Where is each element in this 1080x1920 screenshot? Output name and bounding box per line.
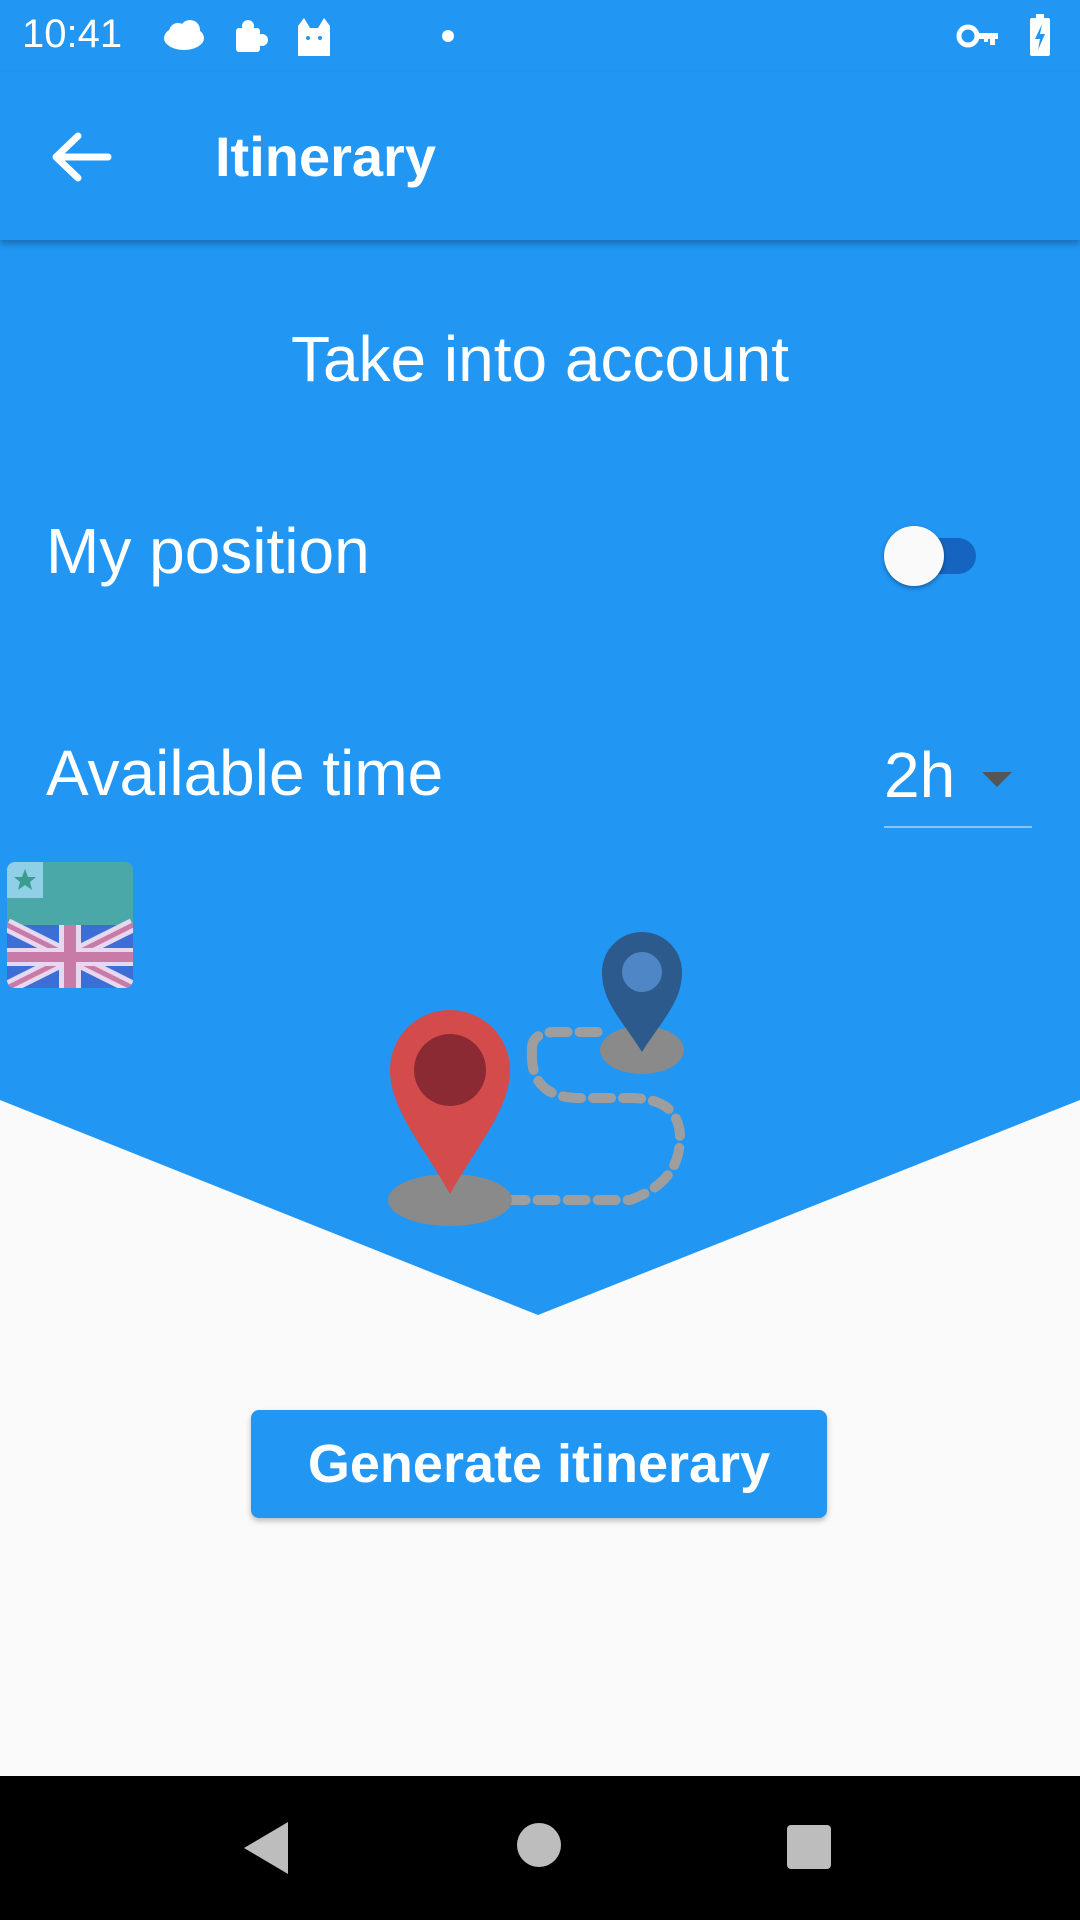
available-time-value: 2h: [884, 739, 956, 811]
key-icon: [956, 24, 998, 48]
status-bar: 10:41: [0, 0, 1080, 72]
uk-flag-icon: [7, 862, 133, 988]
toggle-thumb: [884, 526, 944, 586]
back-button[interactable]: [46, 122, 116, 192]
nav-home-icon[interactable]: [516, 1822, 562, 1868]
my-position-toggle[interactable]: [884, 526, 994, 586]
nav-recents-icon[interactable]: [786, 1824, 832, 1870]
status-icons-right: [956, 14, 1050, 56]
arrow-back-icon: [52, 132, 112, 182]
app-bar: Itinerary: [0, 72, 1080, 240]
my-position-label: My position: [46, 515, 370, 587]
puzzle-icon: [236, 20, 268, 52]
battery-charging-icon: [1030, 14, 1050, 56]
navigation-bar: [0, 1776, 1080, 1920]
status-time: 10:41: [22, 12, 123, 56]
generate-itinerary-button[interactable]: Generate itinerary: [251, 1410, 827, 1518]
route-map-pins-illustration: [388, 932, 686, 1226]
cat-icon: [298, 18, 330, 56]
language-flag-button[interactable]: [7, 862, 133, 988]
status-icons-left: [164, 18, 454, 56]
page-title: Itinerary: [215, 125, 436, 188]
section-title: Take into account: [290, 323, 790, 395]
dropdown-arrow-icon: [982, 772, 1012, 787]
cloud-icon: [164, 20, 204, 50]
available-time-label: Available time: [46, 737, 444, 809]
nav-back-icon[interactable]: [240, 1820, 292, 1876]
dot-icon: [442, 30, 454, 42]
available-time-dropdown[interactable]: 2h: [884, 730, 1032, 828]
